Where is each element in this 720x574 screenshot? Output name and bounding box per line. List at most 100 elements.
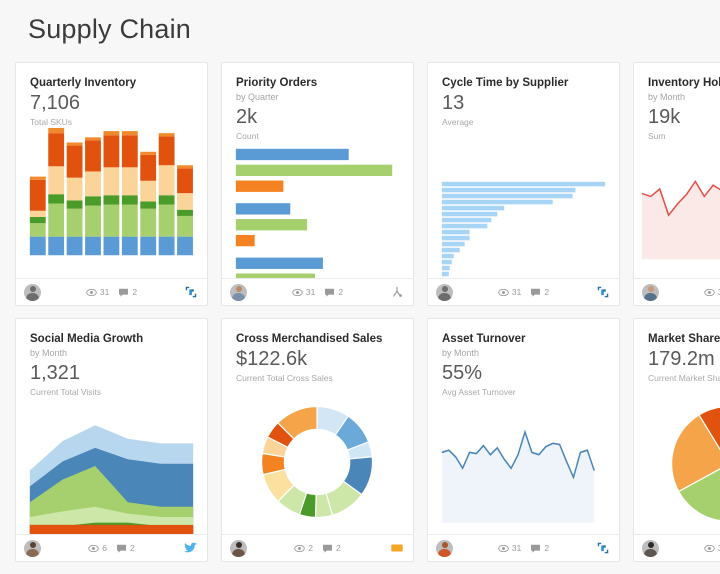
comment-count[interactable]: 2	[530, 543, 549, 554]
card-value: 7,106	[30, 92, 81, 114]
card-value: 1,321	[30, 362, 81, 384]
comment-count-label: 2	[544, 287, 550, 297]
card-social-media-growth[interactable]: Social Media Growth by Month 1,321 Curre…	[15, 318, 208, 562]
chart-stacked-bar[interactable]	[16, 128, 207, 278]
dashboard-row-2: Social Media Growth by Month 1,321 Curre…	[15, 318, 720, 562]
view-count-label: 2	[308, 543, 313, 553]
comment-icon	[323, 544, 332, 553]
comment-icon	[325, 288, 335, 297]
card-title: Priority Orders	[236, 77, 318, 89]
card-footer: 31 2	[428, 278, 619, 305]
card-title: Market Share	[648, 333, 720, 345]
card-title: Inventory Holding Cost	[648, 77, 720, 89]
comment-count-label: 2	[336, 543, 341, 553]
orange-square-icon[interactable]	[389, 540, 405, 556]
card-footer: 6 2	[16, 534, 207, 561]
dashboard-row-1: Quarterly Inventory 7,106 Total SKUs 31 …	[15, 62, 720, 306]
card-value: 2k	[236, 106, 258, 128]
card-subtitle: by Month	[30, 348, 68, 358]
card-header: Quarterly Inventory 7,106 Total SKUs	[16, 63, 207, 128]
view-count-label: 31	[99, 287, 110, 297]
view-count-label: 31	[511, 543, 522, 553]
eye-icon	[292, 288, 303, 296]
avatar[interactable]	[230, 539, 247, 557]
tableau-icon[interactable]	[595, 284, 611, 300]
comment-count[interactable]: 2	[118, 287, 137, 298]
card-title: Cross Merchandised Sales	[236, 333, 383, 345]
card-header: Cycle Time by Supplier 13 Average	[428, 63, 619, 128]
card-header: Asset Turnover by Month 55% Avg Asset Tu…	[428, 319, 619, 398]
tableau-icon[interactable]	[595, 540, 611, 556]
card-market-share[interactable]: Market Share 179.2m Current Market Share	[633, 318, 720, 562]
eye-icon	[294, 544, 306, 552]
eye-icon	[88, 544, 100, 552]
card-footer: 31 2	[428, 534, 619, 561]
view-count-label: 31	[305, 287, 316, 297]
card-unit: Current Total Cross Sales	[236, 373, 333, 383]
avatar[interactable]	[24, 539, 41, 557]
page-title: Supply Chain	[28, 14, 192, 44]
card-footer: 31 2	[634, 534, 720, 561]
comment-count-label: 2	[338, 287, 344, 297]
comment-count[interactable]: 2	[116, 543, 135, 554]
card-stats: 2 2	[222, 543, 413, 554]
card-stats: 6 2	[16, 543, 207, 554]
card-value: 179.2m	[648, 348, 715, 370]
view-count[interactable]: 31	[292, 287, 315, 298]
card-unit: Current Total Visits	[30, 387, 102, 397]
card-stats: 31 2	[16, 287, 207, 298]
card-asset-turnover[interactable]: Asset Turnover by Month 55% Avg Asset Tu…	[427, 318, 620, 562]
avatar[interactable]	[436, 283, 453, 301]
avatar[interactable]	[436, 539, 453, 557]
comment-count[interactable]: 2	[324, 287, 343, 298]
comment-count[interactable]: 2	[322, 543, 341, 554]
card-header: Priority Orders by Quarter 2k Count	[222, 63, 413, 142]
view-count[interactable]: 31	[704, 543, 720, 554]
card-inventory-holding-cost[interactable]: Inventory Holding Cost by Month 19k Sum	[633, 62, 720, 306]
view-count[interactable]: 31	[498, 287, 521, 298]
card-unit: Avg Asset Turnover	[442, 387, 516, 397]
avatar[interactable]	[230, 283, 247, 301]
card-unit: Current Market Share	[648, 373, 720, 383]
comment-count[interactable]: 2	[530, 287, 549, 298]
card-footer: 31 2	[222, 278, 413, 305]
chart-area-line[interactable]	[428, 398, 619, 534]
card-value: $122.6k	[236, 348, 308, 370]
eye-icon	[498, 544, 509, 552]
card-stats: 31 2	[428, 287, 619, 298]
card-quarterly-inventory[interactable]: Quarterly Inventory 7,106 Total SKUs 31 …	[15, 62, 208, 306]
card-cross-merchandised-sales[interactable]: Cross Merchandised Sales $122.6k Current…	[221, 318, 414, 562]
comment-count-label: 2	[130, 543, 135, 553]
avatar[interactable]	[24, 283, 41, 301]
view-count-label: 6	[102, 543, 107, 553]
card-cycle-time-by-supplier[interactable]: Cycle Time by Supplier 13 Average 31 2	[427, 62, 620, 306]
card-header: Cross Merchandised Sales $122.6k Current…	[222, 319, 413, 384]
chart-horizontal-bar[interactable]	[428, 128, 619, 278]
view-count[interactable]: 31	[704, 287, 720, 298]
merge-icon[interactable]	[389, 284, 405, 300]
view-count[interactable]: 2	[294, 543, 313, 554]
comment-icon	[119, 288, 129, 297]
eye-icon	[498, 288, 509, 296]
comment-icon	[531, 288, 541, 297]
tableau-icon[interactable]	[183, 284, 199, 300]
card-header: Inventory Holding Cost by Month 19k Sum	[634, 63, 720, 142]
view-count[interactable]: 6	[88, 543, 107, 554]
view-count-label: 31	[511, 287, 522, 297]
view-count[interactable]: 31	[498, 543, 521, 554]
card-subtitle: by Month	[648, 92, 686, 102]
chart-donut[interactable]	[222, 384, 413, 534]
avatar[interactable]	[642, 539, 659, 557]
avatar[interactable]	[642, 283, 659, 301]
twitter-icon[interactable]	[183, 540, 199, 556]
chart-area-line[interactable]	[634, 142, 720, 278]
chart-horizontal-bar[interactable]	[222, 142, 413, 278]
view-count[interactable]: 31	[86, 287, 109, 298]
card-priority-orders[interactable]: Priority Orders by Quarter 2k Count 31 2	[221, 62, 414, 306]
card-footer: 2 2	[222, 534, 413, 561]
eye-icon	[86, 288, 97, 296]
comment-icon	[117, 544, 126, 553]
chart-pie[interactable]	[634, 384, 720, 534]
chart-stacked-area[interactable]	[16, 398, 207, 534]
card-header: Social Media Growth by Month 1,321 Curre…	[16, 319, 207, 398]
